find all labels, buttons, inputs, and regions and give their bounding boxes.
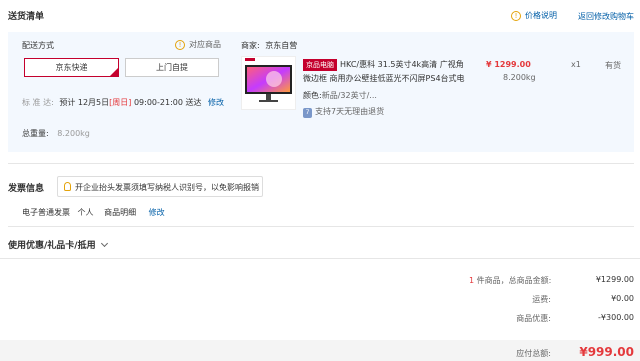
invoice-row: 电子普通发票 个人 商品明细 修改 (22, 207, 165, 218)
product-color-row: 颜色:新品/32英寸/... (303, 90, 377, 101)
delivery-time-row: 标 准 达: 预计 12月5日[周日] 09:00-21:00 送达 修改 (22, 97, 224, 108)
standard-label: 标 准 达: (22, 98, 54, 107)
coupon-toggle[interactable]: 使用优惠/礼品卡/抵用 (8, 238, 109, 251)
shipping-option-jd-express[interactable]: 京东快递 (24, 58, 119, 77)
shipping-method-label: 配送方式 (22, 41, 54, 50)
divider (8, 163, 634, 164)
merchant-row: 商家: 京东自营 (241, 40, 297, 51)
divider (8, 226, 634, 227)
product-title-line2[interactable]: 微边框 商用办公壁挂低蓝光不闪屏PS4台式电 (303, 73, 465, 84)
shipping-fee-label: 运费: (532, 295, 551, 304)
back-to-cart-link[interactable]: 返回修改购物车 (578, 11, 634, 22)
product-stock: 有货 (605, 61, 621, 70)
shipping-fee-value: ¥0.00 (611, 294, 634, 303)
goods-count: 1 (469, 276, 475, 285)
product-weight: 8.200kg (503, 73, 536, 82)
goods-total-value: ¥1299.00 (595, 275, 634, 284)
invoice-tip-text: 开企业抬头发票须填写纳税人识别号，以免影响报销 (75, 183, 259, 192)
color-label: 颜色: (303, 91, 322, 100)
goods-count-label: 件商品，总商品金额: (476, 276, 552, 285)
delivery-time-window: 09:00-21:00 送达 (133, 98, 202, 107)
invoice-tip-box: 开企业抬头发票须填写纳税人识别号，以免影响报销 (57, 176, 263, 197)
goods-count-row: 1 件商品，总商品金额: (469, 275, 551, 286)
shield-icon: 7 (303, 108, 312, 118)
product-price: ¥ 1299.00 (486, 60, 531, 69)
chevron-down-icon (101, 239, 109, 248)
section-title-invoice: 发票信息 (8, 184, 45, 194)
return-policy-row: 7 支持7天无理由退货 (303, 106, 384, 118)
payable-total-value: ¥999.00 (579, 345, 634, 359)
total-weight-row: 总重量: 8.200kg (22, 128, 90, 139)
merchant-label: 商家: (241, 41, 260, 50)
edit-delivery-time-link[interactable]: 修改 (208, 98, 224, 107)
product-image[interactable] (241, 56, 296, 110)
total-weight-label: 总重量: (22, 129, 49, 138)
info-icon: ! (511, 10, 521, 21)
shipping-option-self-pickup[interactable]: 上门自提 (125, 58, 219, 77)
invoice-detail: 商品明细 (104, 208, 137, 217)
lightbulb-icon (64, 182, 71, 191)
edit-invoice-link[interactable]: 修改 (149, 208, 165, 217)
discount-value: -¥300.00 (598, 313, 634, 322)
supported-items-link[interactable]: ! 对应商品 (175, 39, 221, 50)
divider (0, 258, 640, 259)
info-icon: ! (175, 39, 185, 50)
product-quantity: x1 (571, 60, 581, 69)
merchant-name: 京东自营 (265, 41, 298, 50)
section-title-delivery-list: 送货清单 (8, 12, 45, 22)
product-title[interactable]: 京品电脑 HKC/惠科 31.5英寸4k高清 广视角 (303, 59, 473, 71)
return-policy-text: 支持7天无理由退货 (315, 107, 385, 116)
price-note-link[interactable]: ! 价格说明 (511, 10, 557, 21)
invoice-type: 电子普通发票 (22, 208, 70, 217)
product-tag: 京品电脑 (303, 59, 337, 71)
total-weight-value: 8.200kg (57, 129, 90, 138)
color-value: 新品/32英寸/... (321, 91, 377, 100)
monitor-image (245, 58, 292, 102)
payable-total-label: 应付总额: (516, 349, 551, 358)
delivery-weekday: [周日] (109, 98, 132, 107)
expected-prefix: 预计 (59, 98, 76, 107)
discount-label: 商品优惠: (516, 314, 551, 323)
delivery-date: 12月5日 (77, 98, 110, 107)
invoice-holder: 个人 (77, 208, 94, 217)
